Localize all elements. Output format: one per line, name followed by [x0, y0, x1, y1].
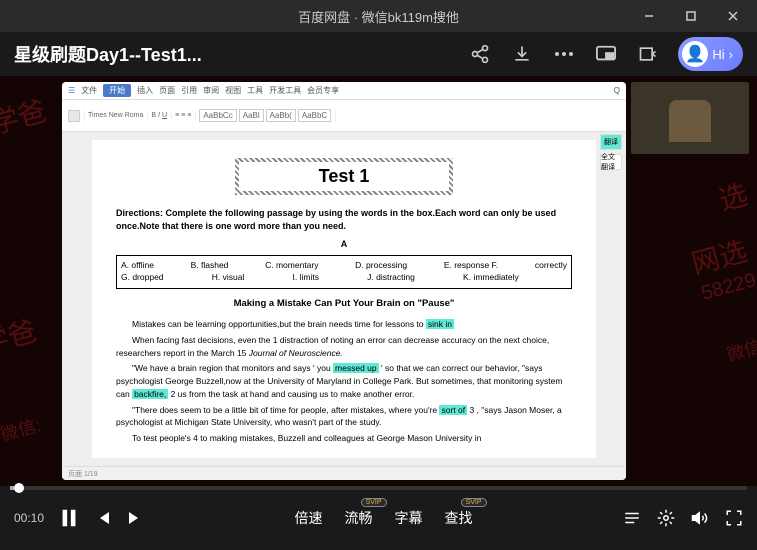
- document-paper: Test 1 Directions: Complete the followin…: [92, 140, 596, 458]
- paragraph: Mistakes can be learning opportunities,b…: [116, 318, 572, 331]
- quality-button[interactable]: 流畅SVIP: [345, 508, 373, 528]
- word-bank: A. offline B. flashed C. momentary D. pr…: [116, 255, 572, 289]
- svip-badge: SVIP: [361, 498, 387, 507]
- settings-icon[interactable]: [657, 509, 675, 527]
- assistant-badge[interactable]: 👤 Hi ›: [678, 37, 743, 71]
- share-icon[interactable]: [468, 42, 492, 66]
- translate-button[interactable]: 翻译: [600, 134, 622, 150]
- doc-side-panel: 翻译 全文翻译: [600, 134, 624, 170]
- style-preview[interactable]: AaBl: [239, 109, 264, 122]
- style-preview[interactable]: AaBbCc: [199, 109, 236, 122]
- paragraph: To test people's 4 to making mistakes, B…: [116, 432, 572, 445]
- svip-badge: SVIP: [461, 498, 487, 507]
- doc-tab[interactable]: 工具: [247, 85, 263, 96]
- doc-tab[interactable]: 文件: [81, 85, 97, 96]
- next-button[interactable]: [126, 509, 144, 527]
- doc-page-area: Test 1 Directions: Complete the followin…: [62, 132, 626, 466]
- paragraph: "There does seem to be a little bit of t…: [116, 404, 572, 430]
- directions-text: Directions: Complete the following passa…: [116, 207, 572, 232]
- paste-icon[interactable]: [68, 110, 80, 122]
- doc-tab-bar: ☰ 文件 开始 插入 页面 引用 审阅 视图 工具 开发工具 会员专享 Q: [62, 82, 626, 100]
- doc-status-bar: 页面 1/19: [62, 466, 626, 480]
- prev-button[interactable]: [94, 509, 112, 527]
- pause-button[interactable]: [58, 507, 80, 529]
- video-title: 星级刷题Day1--Test1...: [14, 41, 456, 67]
- search-button[interactable]: 查找SVIP: [445, 508, 473, 528]
- test-title: Test 1: [235, 158, 454, 195]
- webcam-view: [631, 82, 749, 154]
- progress-thumb[interactable]: [14, 483, 24, 493]
- doc-tab[interactable]: 视图: [225, 85, 241, 96]
- pip-icon[interactable]: [594, 42, 618, 66]
- doc-tab[interactable]: 审阅: [203, 85, 219, 96]
- doc-tab-home[interactable]: 开始: [103, 84, 131, 97]
- close-button[interactable]: [713, 2, 753, 30]
- playlist-icon[interactable]: [623, 509, 641, 527]
- subtitle-button[interactable]: 字幕: [395, 508, 423, 528]
- video-content: 学爸 学爸 选 58229 微信: 微信: 网选 ☰ 文件 开始 插入 页面 引…: [0, 76, 757, 486]
- doc-tab[interactable]: 页面: [159, 85, 175, 96]
- section-label: A: [116, 238, 572, 251]
- volume-icon[interactable]: [691, 509, 709, 527]
- doc-tab[interactable]: 会员专享: [307, 85, 339, 96]
- current-time: 00:10: [14, 511, 44, 525]
- doc-tab[interactable]: 开发工具: [269, 85, 301, 96]
- doc-tab[interactable]: 插入: [137, 85, 153, 96]
- article-title: Making a Mistake Can Put Your Brain on "…: [116, 297, 572, 310]
- window-titlebar: 百度网盘 · 微信bk119m搜他: [0, 0, 757, 32]
- collapse-icon[interactable]: [636, 42, 660, 66]
- video-header: 星级刷题Day1--Test1... 👤 Hi ›: [0, 32, 757, 76]
- more-icon[interactable]: [552, 42, 576, 66]
- hi-label: Hi: [712, 47, 724, 62]
- full-translate-button[interactable]: 全文翻译: [600, 154, 622, 170]
- doc-tab[interactable]: 引用: [181, 85, 197, 96]
- page-indicator: 页面 1/19: [68, 469, 98, 479]
- style-preview[interactable]: AaBb(: [266, 109, 296, 122]
- window-title: 百度网盘 · 微信bk119m搜他: [298, 7, 459, 26]
- document-viewer: ☰ 文件 开始 插入 页面 引用 审阅 视图 工具 开发工具 会员专享 Q Ti…: [62, 82, 626, 480]
- avatar-icon: 👤: [682, 41, 708, 67]
- font-name[interactable]: Times New Roma: [88, 112, 143, 119]
- download-icon[interactable]: [510, 42, 534, 66]
- player-controls: 00:10 倍速 流畅SVIP 字幕 查找SVIP 46:18: [0, 490, 757, 546]
- style-preview[interactable]: AaBbC: [298, 109, 331, 122]
- fullscreen-icon[interactable]: [725, 509, 743, 527]
- doc-ribbon: Times New Roma BIU ≡≡≡ AaBbCc AaBl AaBb(…: [62, 100, 626, 132]
- minimize-button[interactable]: [629, 2, 669, 30]
- paragraph: "We have a brain region that monitors an…: [116, 362, 572, 400]
- paragraph: When facing fast decisions, even the 1 d…: [116, 334, 572, 360]
- speed-button[interactable]: 倍速: [295, 508, 323, 528]
- chevron-right-icon: ›: [729, 47, 733, 62]
- maximize-button[interactable]: [671, 2, 711, 30]
- progress-bar[interactable]: [10, 486, 747, 490]
